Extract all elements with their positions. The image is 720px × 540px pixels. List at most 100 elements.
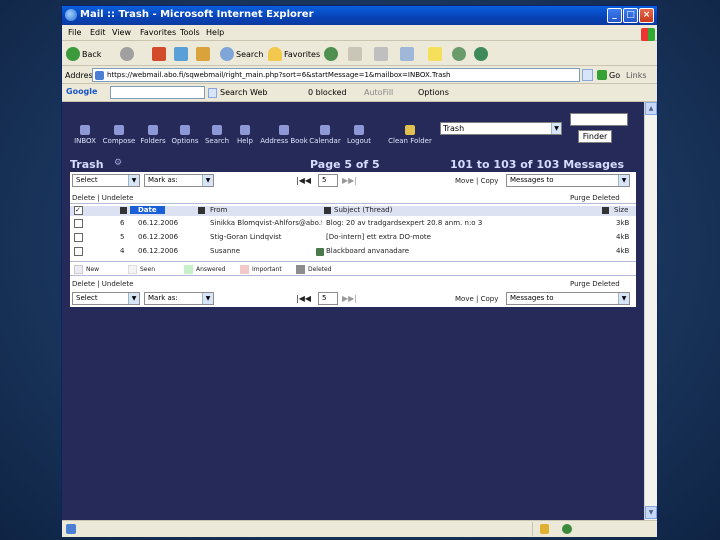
legend-swatch-seen bbox=[128, 265, 137, 274]
favorites-button[interactable]: Favorites bbox=[268, 46, 320, 62]
folder-select[interactable]: Trash ▼ bbox=[440, 122, 562, 135]
select-all-checkbox[interactable]: ✓ bbox=[74, 206, 83, 215]
webmail-page: INBOX Compose Folders Options Search Hel… bbox=[62, 102, 657, 520]
notes-button[interactable] bbox=[428, 46, 442, 62]
table-row[interactable]: 5 06.12.2006 Stig-Goran Lindqvist [Do-in… bbox=[70, 232, 636, 244]
google-toolbar: Google Search Web 0 blocked AutoFill Opt… bbox=[62, 84, 657, 102]
purge-deleted-link-bottom[interactable]: Purge Deleted bbox=[570, 280, 620, 288]
delete-undelete-links-bottom[interactable]: Delete | Undelete bbox=[72, 280, 133, 288]
title-bar: Mail :: Trash - Microsoft Internet Explo… bbox=[62, 6, 657, 25]
nav-calendar[interactable]: Calendar bbox=[308, 125, 342, 145]
google-dropdown-icon[interactable] bbox=[208, 88, 217, 98]
page-indicator: Page 5 of 5 bbox=[310, 158, 380, 171]
options-button[interactable]: Options bbox=[418, 88, 449, 97]
refresh-icon bbox=[174, 47, 188, 61]
message-checkbox[interactable] bbox=[74, 247, 83, 256]
scroll-up-icon[interactable]: ▲ bbox=[645, 102, 657, 115]
address-dropdown-icon[interactable] bbox=[582, 69, 593, 81]
vertical-scrollbar[interactable]: ▲ ▼ bbox=[644, 102, 657, 520]
purge-deleted-link[interactable]: Purge Deleted bbox=[570, 194, 620, 202]
sort-icon[interactable] bbox=[324, 207, 331, 214]
stop-button[interactable] bbox=[152, 46, 166, 62]
message-from: Sinikka Blomqvist-Ahlfors@abo.fi bbox=[210, 219, 322, 227]
move-copy-toggle[interactable]: Move | Copy bbox=[455, 177, 498, 185]
sort-icon[interactable] bbox=[198, 207, 205, 214]
size-column-header[interactable]: Size bbox=[614, 206, 628, 214]
nav-options[interactable]: Options bbox=[168, 125, 202, 145]
message-checkbox[interactable] bbox=[74, 233, 83, 242]
search-web-button[interactable]: Search Web bbox=[220, 88, 267, 97]
home-button[interactable] bbox=[196, 46, 210, 62]
select-dropdown-bottom[interactable]: Select ▼ bbox=[72, 292, 140, 305]
help-icon bbox=[240, 125, 250, 135]
history-button[interactable] bbox=[324, 46, 338, 62]
nav-compose[interactable]: Compose bbox=[102, 125, 136, 145]
search-button[interactable]: Search bbox=[220, 46, 263, 62]
minimize-button[interactable]: _ bbox=[607, 8, 622, 23]
message-list-panel: Select ▼ Mark as: ▼ |◀◀ 5 ▶▶| Move | Copy … bbox=[70, 172, 636, 307]
message-subject[interactable]: Blog: 20 av tradgardsexpert 20.8 anm. n:… bbox=[326, 219, 596, 227]
nav-inbox[interactable]: INBOX bbox=[68, 125, 102, 145]
sort-icon[interactable] bbox=[120, 207, 127, 214]
mark-as-dropdown-bottom[interactable]: Mark as: ▼ bbox=[144, 292, 214, 305]
attachment-icon bbox=[316, 248, 324, 256]
menu-tools[interactable]: Tools bbox=[180, 28, 200, 37]
inbox-icon bbox=[80, 125, 90, 135]
menu-view[interactable]: View bbox=[112, 28, 131, 37]
page-next-last-icon[interactable]: ▶▶| bbox=[342, 176, 357, 185]
menu-file[interactable]: File bbox=[68, 28, 81, 37]
chevron-down-icon: ▼ bbox=[618, 293, 629, 304]
forward-button[interactable] bbox=[120, 46, 134, 62]
finder-button[interactable]: Finder bbox=[578, 130, 612, 143]
go-icon[interactable] bbox=[597, 70, 607, 80]
nav-help[interactable]: Help bbox=[228, 125, 262, 145]
edit-button[interactable] bbox=[400, 46, 414, 62]
menu-edit[interactable]: Edit bbox=[90, 28, 106, 37]
mail-search-input[interactable] bbox=[570, 113, 628, 126]
page-next-last-icon[interactable]: ▶▶| bbox=[342, 294, 357, 303]
popup-blocker-button[interactable]: 0 blocked bbox=[308, 88, 347, 97]
move-copy-toggle-bottom[interactable]: Move | Copy bbox=[455, 295, 498, 303]
mail-button[interactable] bbox=[348, 46, 362, 62]
address-input[interactable]: https://webmail.abo.fi/sqwebmail/right_m… bbox=[92, 68, 580, 82]
legend-swatch-new bbox=[74, 265, 83, 274]
research-button[interactable] bbox=[474, 46, 488, 62]
scroll-down-icon[interactable]: ▼ bbox=[645, 506, 657, 519]
subject-column-header[interactable]: Subject (Thread) bbox=[334, 206, 392, 214]
maximize-button[interactable]: □ bbox=[623, 8, 638, 23]
select-dropdown[interactable]: Select ▼ bbox=[72, 174, 140, 187]
back-button[interactable]: Back bbox=[66, 46, 101, 62]
page-first-prev-icon[interactable]: |◀◀ bbox=[296, 294, 311, 303]
message-subject[interactable]: Blackboard anvanadare bbox=[326, 247, 596, 255]
table-row[interactable]: 6 06.12.2006 Sinikka Blomqvist-Ahlfors@a… bbox=[70, 218, 636, 230]
close-button[interactable]: × bbox=[639, 8, 654, 23]
menu-favorites[interactable]: Favorites bbox=[140, 28, 176, 37]
mark-as-dropdown[interactable]: Mark as: ▼ bbox=[144, 174, 214, 187]
notes-icon bbox=[428, 47, 442, 61]
move-target-dropdown[interactable]: Messages to ▼ bbox=[506, 174, 630, 187]
move-target-dropdown-bottom[interactable]: Messages to ▼ bbox=[506, 292, 630, 305]
nav-folders[interactable]: Folders bbox=[136, 125, 170, 145]
delete-undelete-links[interactable]: Delete | Undelete bbox=[72, 194, 133, 202]
nav-clean-folder[interactable]: Clean Folder bbox=[388, 125, 432, 145]
links-label[interactable]: Links bbox=[626, 71, 647, 80]
nav-address-book[interactable]: Address Book bbox=[260, 125, 308, 145]
page-first-prev-icon[interactable]: |◀◀ bbox=[296, 176, 311, 185]
legend-answered: Answered bbox=[196, 266, 226, 273]
nav-logout[interactable]: Logout bbox=[342, 125, 376, 145]
autofill-button[interactable]: AutoFill bbox=[364, 88, 393, 97]
google-search-input[interactable] bbox=[110, 86, 205, 99]
message-subject[interactable]: [Do-intern] ett extra DO-mote bbox=[326, 233, 596, 241]
messenger-button[interactable] bbox=[452, 46, 466, 62]
menu-help[interactable]: Help bbox=[206, 28, 224, 37]
page-number-input-bottom[interactable]: 5 bbox=[318, 292, 338, 305]
table-row[interactable]: 4 06.12.2006 Susanne Blackboard anvanada… bbox=[70, 246, 636, 258]
date-column-header[interactable]: Date bbox=[130, 206, 165, 214]
from-column-header[interactable]: From bbox=[210, 206, 227, 214]
print-button[interactable] bbox=[374, 46, 388, 62]
sort-icon[interactable] bbox=[602, 207, 609, 214]
page-number-input[interactable]: 5 bbox=[318, 174, 338, 187]
go-button[interactable]: Go bbox=[609, 71, 620, 80]
refresh-button[interactable] bbox=[174, 46, 188, 62]
message-checkbox[interactable] bbox=[74, 219, 83, 228]
